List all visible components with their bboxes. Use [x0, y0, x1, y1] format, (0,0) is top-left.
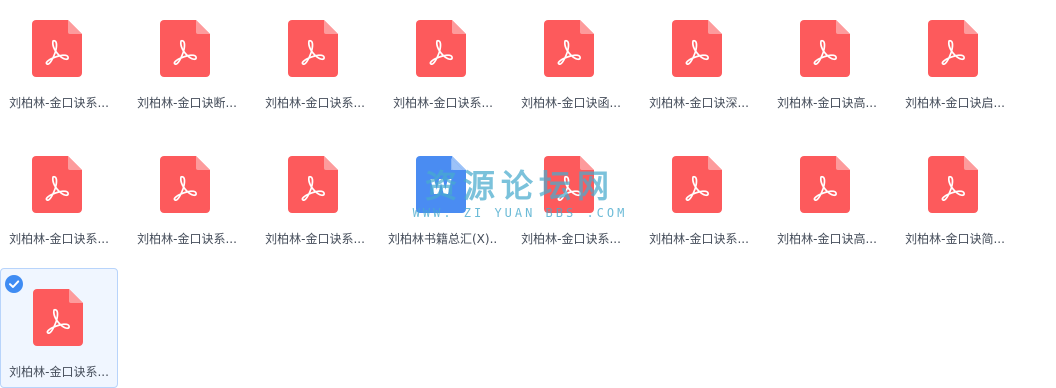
file-item[interactable]: 刘柏林-金口诀函... — [512, 0, 630, 118]
pdf-file-icon — [32, 20, 82, 77]
file-item[interactable]: 刘柏林-金口诀断... — [128, 0, 246, 118]
file-name: 刘柏林-金口诀启... — [905, 96, 1005, 110]
file-item[interactable]: W 刘柏林书籍总汇(X)... — [384, 136, 502, 254]
file-name: 刘柏林-金口诀简... — [905, 232, 1005, 246]
pdf-file-icon — [544, 156, 594, 213]
file-name: 刘柏林-金口诀系... — [265, 96, 365, 110]
file-item[interactable]: 刘柏林-金口诀系... — [0, 136, 118, 254]
file-name: 刘柏林-金口诀深... — [649, 96, 749, 110]
pdf-file-icon — [416, 20, 466, 77]
pdf-file-icon — [800, 20, 850, 77]
file-item[interactable]: 刘柏林-金口诀高... — [768, 0, 886, 118]
file-item[interactable]: 刘柏林-金口诀系... — [384, 0, 502, 118]
file-item[interactable]: 刘柏林-金口诀深... — [640, 0, 758, 118]
pdf-file-icon — [928, 156, 978, 213]
file-name: 刘柏林-金口诀系... — [137, 232, 237, 246]
file-name: 刘柏林-金口诀系... — [9, 232, 109, 246]
pdf-file-icon — [544, 20, 594, 77]
file-name: 刘柏林-金口诀系... — [265, 232, 365, 246]
file-item[interactable]: 刘柏林-金口诀高... — [768, 136, 886, 254]
pdf-file-icon — [32, 156, 82, 213]
file-name: 刘柏林-金口诀系... — [9, 365, 109, 379]
pdf-file-icon — [160, 156, 210, 213]
pdf-file-icon — [288, 156, 338, 213]
file-name: 刘柏林-金口诀高... — [777, 96, 877, 110]
file-item[interactable]: 刘柏林-金口诀系... — [0, 268, 118, 388]
file-name: 刘柏林-金口诀函... — [521, 96, 621, 110]
file-item[interactable]: 刘柏林-金口诀系... — [128, 136, 246, 254]
file-item[interactable]: 刘柏林-金口诀系... — [0, 0, 118, 118]
file-item[interactable]: 刘柏林-金口诀启... — [896, 0, 1014, 118]
file-name: 刘柏林-金口诀系... — [521, 232, 621, 246]
file-name: 刘柏林-金口诀系... — [9, 96, 109, 110]
pdf-file-icon — [672, 20, 722, 77]
file-item[interactable]: 刘柏林-金口诀系... — [640, 136, 758, 254]
pdf-file-icon — [33, 289, 83, 346]
file-item[interactable]: 刘柏林-金口诀系... — [256, 136, 374, 254]
word-file-icon: W — [416, 156, 466, 213]
pdf-file-icon — [160, 20, 210, 77]
pdf-file-icon — [800, 156, 850, 213]
file-name: 刘柏林-金口诀系... — [393, 96, 493, 110]
checkmark-icon[interactable] — [5, 275, 23, 293]
file-name: 刘柏林-金口诀高... — [777, 232, 877, 246]
file-name: 刘柏林书籍总汇(X)... — [388, 232, 498, 246]
file-item[interactable]: 刘柏林-金口诀简... — [896, 136, 1014, 254]
file-item[interactable]: 刘柏林-金口诀系... — [512, 136, 630, 254]
pdf-file-icon — [288, 20, 338, 77]
file-name: 刘柏林-金口诀断... — [137, 96, 237, 110]
file-name: 刘柏林-金口诀系... — [649, 232, 749, 246]
pdf-file-icon — [672, 156, 722, 213]
svg-text:W: W — [430, 175, 452, 199]
file-grid: 刘柏林-金口诀系... 刘柏林-金口诀断... 刘柏林-金口诀系... 刘柏林-金口诀… — [0, 0, 1056, 388]
file-item[interactable]: 刘柏林-金口诀系... — [256, 0, 374, 118]
pdf-file-icon — [928, 20, 978, 77]
